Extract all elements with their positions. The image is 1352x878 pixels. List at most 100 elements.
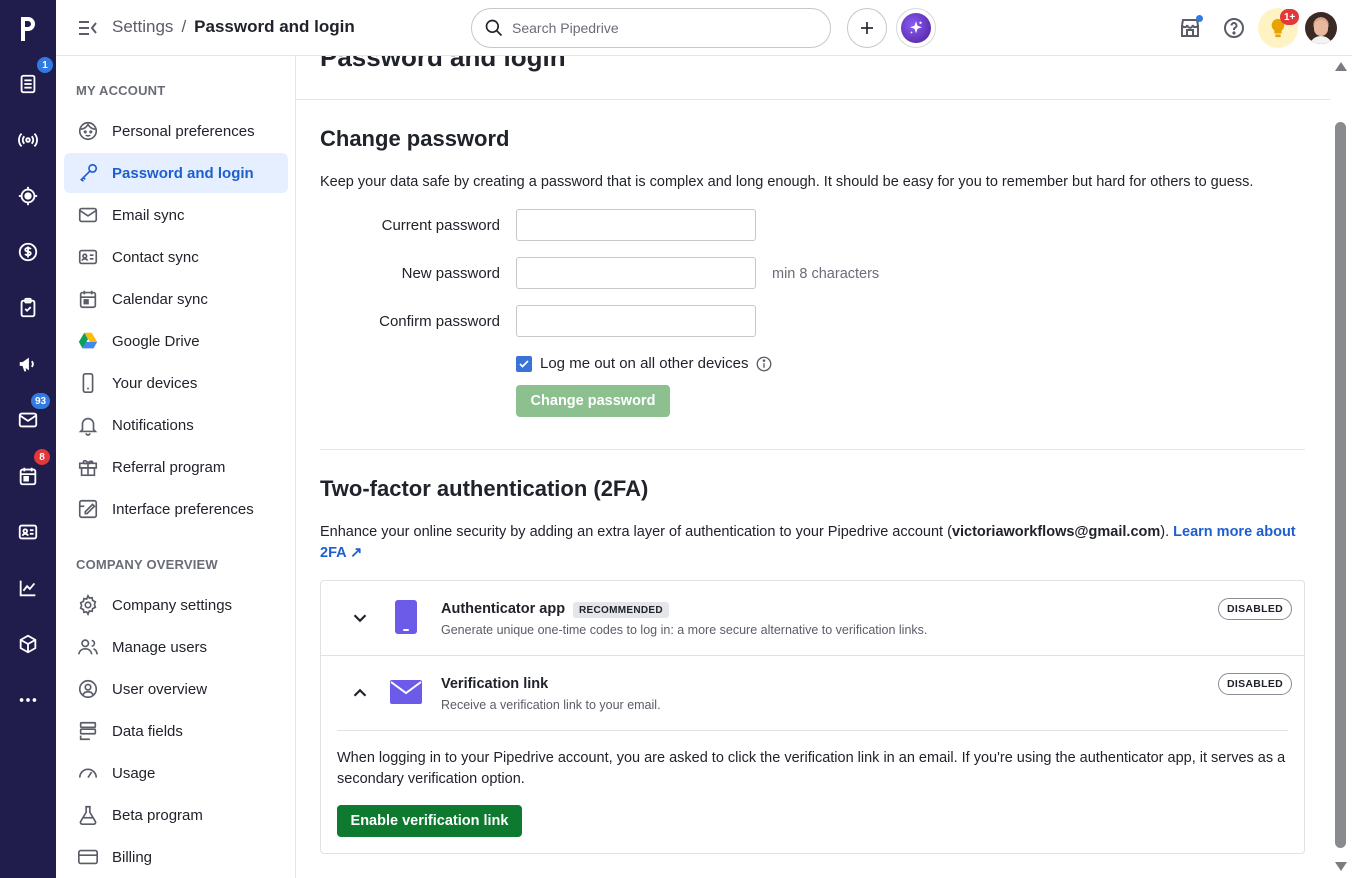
sidebar-item-company-settings[interactable]: Company settings bbox=[64, 585, 288, 625]
change-password-button[interactable]: Change password bbox=[516, 385, 670, 417]
search-box[interactable] bbox=[471, 8, 831, 48]
breadcrumb-separator: / bbox=[181, 17, 187, 36]
ai-assistant-button[interactable] bbox=[896, 8, 936, 48]
sidebar-item-data-fields[interactable]: Data fields bbox=[64, 711, 288, 751]
top-bar: Settings / Password and login 1+ bbox=[56, 0, 1352, 56]
search-input[interactable] bbox=[512, 20, 812, 36]
enable-verification-link-button[interactable]: Enable verification link bbox=[337, 805, 522, 837]
broadcast-icon bbox=[18, 132, 38, 148]
verification-link-row[interactable]: Verification link Receive a verification… bbox=[321, 656, 1304, 731]
my-account-heading: MY ACCOUNT bbox=[76, 83, 166, 98]
sidebar-item-email-sync[interactable]: Email sync bbox=[64, 195, 288, 235]
rail-broadcast[interactable] bbox=[0, 112, 56, 168]
sidebar-item-your-devices[interactable]: Your devices bbox=[64, 363, 288, 403]
calendar-sync-icon bbox=[76, 287, 100, 311]
change-password-heading: Change password bbox=[320, 126, 510, 151]
rail-contacts[interactable] bbox=[0, 504, 56, 560]
bell-icon bbox=[76, 413, 100, 437]
sidebar-item-google-drive[interactable]: Google Drive bbox=[64, 321, 288, 361]
breadcrumb-settings[interactable]: Settings bbox=[112, 17, 173, 37]
verification-link-details: When logging in to your Pipedrive accoun… bbox=[337, 750, 1286, 787]
calendar-icon bbox=[19, 467, 37, 486]
sidebar-item-contact-sync[interactable]: Contact sync bbox=[64, 237, 288, 277]
breadcrumb: Settings / Password and login bbox=[112, 17, 355, 37]
contacts-icon bbox=[18, 524, 38, 540]
scrollbar[interactable] bbox=[1330, 56, 1352, 878]
settings-sidebar: MY ACCOUNT Personal preferences Password… bbox=[56, 56, 296, 878]
credit-card-icon bbox=[76, 845, 100, 869]
divider bbox=[320, 449, 1305, 450]
sidebar-item-label: Interface preferences bbox=[112, 500, 254, 518]
envelope-icon bbox=[76, 203, 100, 227]
two-factor-methods-card: Authenticator app RECOMMENDED Generate u… bbox=[320, 580, 1305, 854]
page-title: Password and login bbox=[320, 56, 566, 72]
marketplace-button[interactable] bbox=[1176, 14, 1204, 42]
campaigns-icon bbox=[19, 357, 34, 372]
tips-badge: 1+ bbox=[1280, 9, 1300, 25]
quick-add-button[interactable] bbox=[847, 8, 887, 48]
sidebar-item-notifications[interactable]: Notifications bbox=[64, 405, 288, 445]
info-icon[interactable] bbox=[755, 355, 773, 373]
scroll-up-arrow[interactable] bbox=[1335, 62, 1347, 71]
rail-insights[interactable] bbox=[0, 560, 56, 616]
two-factor-text-end: ). bbox=[1160, 524, 1174, 540]
confirm-password-label: Confirm password bbox=[379, 313, 500, 330]
sidebar-item-label: Contact sync bbox=[112, 248, 199, 266]
rail-campaigns[interactable] bbox=[0, 336, 56, 392]
current-password-input[interactable] bbox=[516, 209, 756, 241]
sidebar-item-user-overview[interactable]: User overview bbox=[64, 669, 288, 709]
sidebar-item-calendar-sync[interactable]: Calendar sync bbox=[64, 279, 288, 319]
gauge-icon bbox=[76, 761, 100, 785]
confirm-password-input[interactable] bbox=[516, 305, 756, 337]
logout-all-devices-label[interactable]: Log me out on all other devices bbox=[540, 355, 748, 372]
user-avatar[interactable] bbox=[1305, 12, 1337, 44]
rail-products[interactable] bbox=[0, 616, 56, 672]
sidebar-item-label: Usage bbox=[112, 764, 156, 782]
main-content: Password and login Change password Keep … bbox=[296, 56, 1330, 878]
sidebar-item-password-and-login[interactable]: Password and login bbox=[64, 153, 288, 193]
sidebar-item-referral-program[interactable]: Referral program bbox=[64, 447, 288, 487]
recommended-badge: RECOMMENDED bbox=[573, 602, 669, 618]
rail-target[interactable] bbox=[0, 168, 56, 224]
verification-link-title: Verification link bbox=[441, 676, 549, 692]
account-email: victoriaworkflows@gmail.com bbox=[951, 524, 1161, 540]
key-icon bbox=[76, 161, 100, 185]
scroll-thumb[interactable] bbox=[1335, 122, 1346, 848]
rail-activities[interactable] bbox=[0, 280, 56, 336]
scroll-down-arrow[interactable] bbox=[1335, 862, 1347, 871]
chevron-down-icon[interactable] bbox=[349, 607, 371, 629]
interface-icon bbox=[76, 497, 100, 521]
sidebar-item-usage[interactable]: Usage bbox=[64, 753, 288, 793]
contact-card-icon bbox=[76, 245, 100, 269]
two-factor-text: Enhance your online security by adding a… bbox=[320, 524, 952, 540]
gear-icon bbox=[76, 593, 100, 617]
sidebar-item-label: Company settings bbox=[112, 596, 233, 614]
pipedrive-logo[interactable] bbox=[0, 0, 56, 56]
verification-link-subtitle: Receive a verification link to your emai… bbox=[441, 698, 661, 712]
rail-deals[interactable] bbox=[0, 224, 56, 280]
google-drive-icon bbox=[76, 329, 100, 353]
sidebar-item-personal-preferences[interactable]: Personal preferences bbox=[64, 111, 288, 151]
sidebar-item-label: Notifications bbox=[112, 416, 194, 434]
rail-leads-badge: 1 bbox=[37, 57, 53, 73]
collapse-menu-icon[interactable] bbox=[76, 16, 100, 40]
rail-more[interactable] bbox=[0, 672, 56, 728]
new-password-input[interactable] bbox=[516, 257, 756, 289]
sidebar-item-label: Beta program bbox=[112, 806, 203, 824]
sidebar-item-manage-users[interactable]: Manage users bbox=[64, 627, 288, 667]
sidebar-item-billing[interactable]: Billing bbox=[64, 837, 288, 877]
logout-all-devices-checkbox[interactable] bbox=[516, 356, 532, 372]
marketplace-dot bbox=[1196, 15, 1203, 22]
help-button[interactable] bbox=[1220, 14, 1248, 42]
authenticator-app-row[interactable]: Authenticator app RECOMMENDED Generate u… bbox=[321, 581, 1304, 656]
help-icon bbox=[1224, 18, 1244, 38]
chevron-up-icon[interactable] bbox=[349, 682, 371, 704]
divider bbox=[296, 99, 1330, 100]
current-password-label: Current password bbox=[381, 217, 500, 234]
sidebar-item-label: Your devices bbox=[112, 374, 198, 392]
users-icon bbox=[76, 635, 100, 659]
authenticator-app-title: Authenticator app bbox=[441, 601, 566, 617]
sidebar-item-interface-preferences[interactable]: Interface preferences bbox=[64, 489, 288, 529]
sidebar-item-label: Password and login bbox=[112, 164, 254, 182]
sidebar-item-beta-program[interactable]: Beta program bbox=[64, 795, 288, 835]
